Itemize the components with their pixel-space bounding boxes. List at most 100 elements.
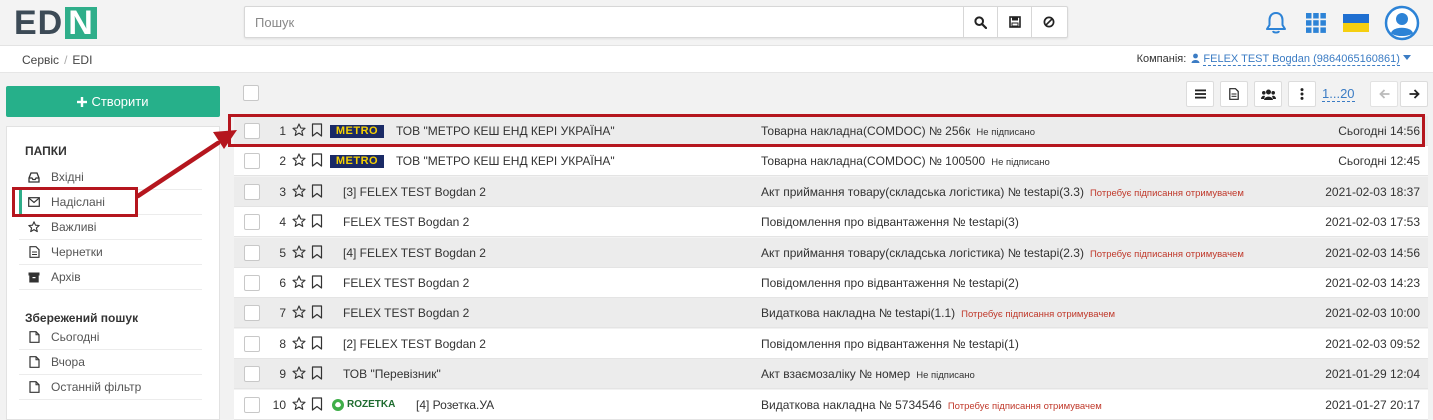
- row-document[interactable]: Акт приймання товару(складська логістика…: [761, 246, 1244, 260]
- saved-search-last-filter[interactable]: Останній фільтр: [19, 375, 202, 400]
- row-checkbox[interactable]: [244, 275, 260, 291]
- bookmark-toggle[interactable]: [311, 244, 323, 259]
- favorite-toggle[interactable]: [292, 336, 306, 350]
- row-document[interactable]: Повідомлення про відвантаження № testapi…: [761, 215, 1019, 229]
- row-checkbox[interactable]: [244, 214, 260, 231]
- row-checkbox[interactable]: [244, 305, 260, 322]
- row-checkbox[interactable]: [244, 366, 260, 383]
- table-row[interactable]: 7 FELEX TEST Bogdan 2 Видаткова накладна №…: [234, 298, 1428, 329]
- table-row[interactable]: 6 FELEX TEST Bogdan 2 Повідомлення про від…: [234, 268, 1428, 298]
- bookmark-toggle[interactable]: [311, 153, 323, 167]
- sidebar-item-inbox[interactable]: Вхідні: [19, 165, 202, 190]
- profile-button[interactable]: [1383, 4, 1421, 42]
- user-avatar-icon: [1384, 5, 1420, 41]
- favorite-toggle[interactable]: [292, 184, 306, 198]
- language-button[interactable]: [1339, 6, 1373, 40]
- table-row[interactable]: 5 [4] FELEX TEST Bogdan 2 Акт приймання то…: [234, 237, 1428, 268]
- favorite-toggle[interactable]: [292, 153, 306, 167]
- sidebar-item-label: Важливі: [51, 220, 97, 234]
- row-checkbox[interactable]: [244, 123, 260, 139]
- row-document[interactable]: Видаткова накладна № 5734546 Потребує під…: [761, 398, 1102, 412]
- bookmark-toggle[interactable]: [311, 275, 323, 289]
- next-page-button[interactable]: [1400, 81, 1428, 107]
- row-number: 9: [279, 367, 286, 382]
- row-sender: ТОВ "Перевізник": [343, 367, 441, 382]
- saved-search-today[interactable]: Сьогодні: [19, 325, 202, 350]
- favorite-toggle[interactable]: [292, 397, 306, 411]
- row-document[interactable]: Акт приймання товару(складська логістика…: [761, 185, 1244, 199]
- list-view-button[interactable]: [1186, 81, 1214, 107]
- clear-search-button[interactable]: [1031, 7, 1065, 37]
- table-row[interactable]: 10 ROZETKA [4] Розетка.УА Видаткова накладн…: [234, 389, 1428, 420]
- bookmark-toggle[interactable]: [311, 336, 323, 350]
- breadcrumb-item-edi[interactable]: EDI: [72, 53, 92, 67]
- favorite-toggle[interactable]: [292, 123, 306, 137]
- sidebar-item-drafts[interactable]: Чернетки: [19, 240, 202, 265]
- edin-logo[interactable]: ED N: [14, 6, 97, 40]
- row-checkbox[interactable]: [244, 153, 260, 170]
- bookmark-toggle[interactable]: [311, 184, 323, 198]
- select-all-checkbox[interactable]: [243, 85, 259, 101]
- company-value[interactable]: FELEX TEST Bogdan (9864065160861): [1203, 53, 1400, 66]
- sidebar-item-sent[interactable]: Надіслані: [19, 190, 202, 215]
- ukraine-flag-icon: [1343, 14, 1369, 32]
- breadcrumb-item-service[interactable]: Сервіс: [22, 53, 59, 67]
- sidebar-item-label: Архів: [51, 270, 81, 284]
- table-row[interactable]: 8 [2] FELEX TEST Bogdan 2 Повідомлення про…: [234, 328, 1428, 359]
- sidebar-item-label: Вхідні: [51, 170, 84, 184]
- row-document[interactable]: Видаткова накладна № testapi(1.1) Потребу…: [761, 306, 1115, 320]
- saved-search-yesterday[interactable]: Вчора: [19, 350, 202, 375]
- sidebar-item-archive[interactable]: Архів: [19, 265, 202, 290]
- sidebar-item-important[interactable]: Важливі: [19, 215, 202, 240]
- bookmark-toggle[interactable]: [311, 123, 323, 137]
- row-checkbox[interactable]: [244, 183, 260, 200]
- company-selector[interactable]: Компанія: FELEX TEST Bogdan (98640651608…: [1136, 53, 1411, 66]
- row-checkbox[interactable]: [244, 244, 260, 261]
- bookmark-toggle[interactable]: [311, 214, 323, 228]
- bookmark-toggle[interactable]: [311, 366, 323, 380]
- favorite-toggle[interactable]: [292, 245, 306, 259]
- save-search-button[interactable]: [997, 7, 1031, 37]
- notifications-button[interactable]: [1259, 6, 1293, 40]
- export-button[interactable]: [1220, 81, 1248, 107]
- favorite-toggle[interactable]: [292, 275, 306, 289]
- table-row[interactable]: 9 ТОВ "Перевізник" Акт взаємозаліку № номе…: [234, 359, 1428, 390]
- favorite-toggle[interactable]: [292, 305, 306, 319]
- create-button-label: Створити: [91, 94, 149, 109]
- apps-button[interactable]: [1299, 6, 1333, 40]
- bookmark-toggle[interactable]: [311, 396, 323, 411]
- row-checkbox[interactable]: [244, 396, 260, 413]
- more-options-button[interactable]: [1288, 81, 1316, 107]
- row-document[interactable]: Повідомлення про відвантаження № testapi…: [761, 276, 1019, 290]
- table-row[interactable]: 4 FELEX TEST Bogdan 2 Повідомлення про від…: [234, 207, 1428, 238]
- table-row[interactable]: 1 METRO ТОВ "МЕТРО КЕШ ЕНД КЕРІ УКРАЇНА" То…: [234, 116, 1428, 146]
- search-input[interactable]: [245, 7, 963, 37]
- company-label: Компанія:: [1136, 53, 1187, 65]
- row-document[interactable]: Акт взаємозаліку № номер Не підписано: [761, 367, 975, 381]
- row-document[interactable]: Товарна накладна(COMDOC) № 256к Не підпис…: [761, 124, 1035, 138]
- row-document[interactable]: Повідомлення про відвантаження № testapi…: [761, 337, 1019, 351]
- row-checkbox[interactable]: [244, 335, 260, 352]
- row-number: 8: [279, 336, 286, 351]
- row-document[interactable]: Товарна накладна(COMDOC) № 100500 Не підп…: [761, 154, 1050, 168]
- search-button[interactable]: [963, 7, 997, 37]
- create-button[interactable]: Створити: [6, 86, 220, 117]
- bookmark-toggle[interactable]: [311, 305, 323, 319]
- favorite-toggle[interactable]: [292, 366, 306, 380]
- more-vertical-icon: [1300, 88, 1304, 100]
- archive-icon: [28, 272, 40, 282]
- favorite-toggle[interactable]: [292, 214, 306, 228]
- document-title: Акт взаємозаліку № номер: [761, 367, 911, 382]
- contractors-button[interactable]: [1254, 81, 1282, 107]
- arrow-right-icon: [1409, 89, 1420, 99]
- prev-page-button[interactable]: [1370, 81, 1398, 107]
- top-header: ED N: [0, 0, 1433, 46]
- table-row[interactable]: 2 METRO ТОВ "МЕТРО КЕШ ЕНД КЕРІ УКРАЇНА" То…: [234, 146, 1428, 177]
- table-row[interactable]: 3 [3] FELEX TEST Bogdan 2 Акт приймання то…: [234, 176, 1428, 207]
- status-badge: Не підписано: [976, 127, 1036, 138]
- pagination-range[interactable]: 1...20: [1322, 87, 1355, 102]
- search-bar: [244, 6, 1068, 38]
- caret-down-icon: [1403, 55, 1411, 60]
- sidebar-item-label: Надіслані: [51, 195, 105, 209]
- star-outline-icon: [292, 184, 306, 197]
